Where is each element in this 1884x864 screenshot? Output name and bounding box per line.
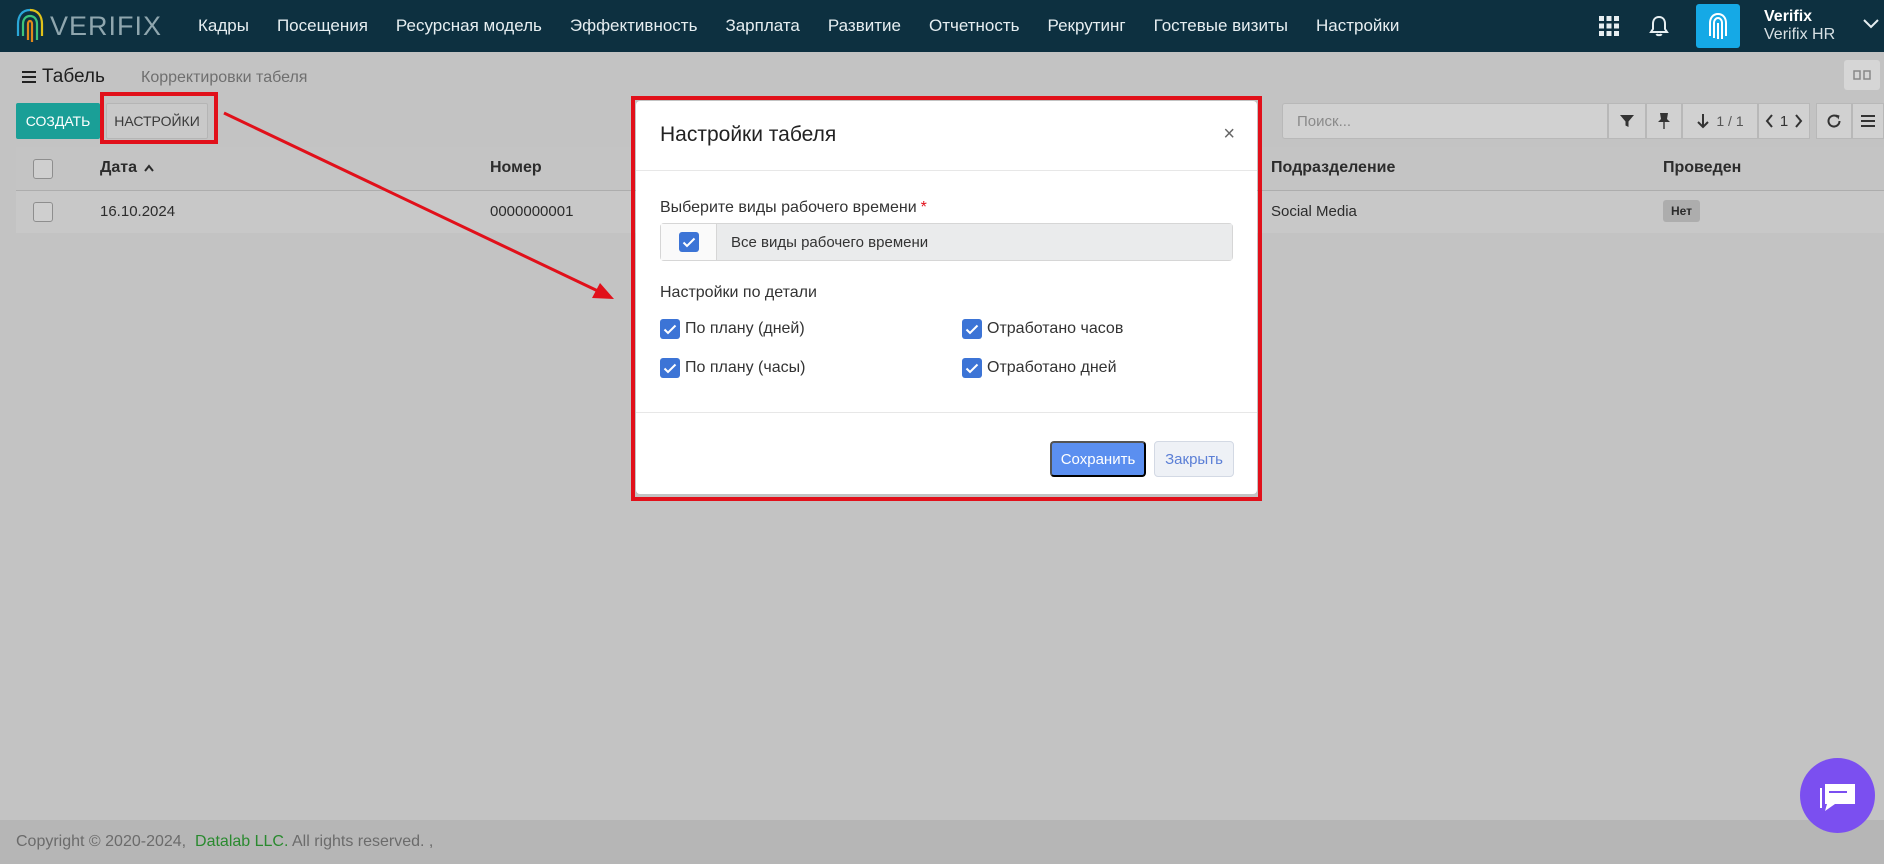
- work-time-field: Все виды рабочего времени: [660, 223, 1233, 261]
- page-header: Табель Корректировки табеля: [0, 52, 1884, 102]
- search-input[interactable]: [1283, 104, 1607, 138]
- menu-item-reports[interactable]: Отчетность: [915, 16, 1034, 36]
- menu-item-salary[interactable]: Зарплата: [711, 16, 813, 36]
- avatar[interactable]: [1696, 4, 1740, 48]
- page-number: 1: [1779, 112, 1789, 130]
- cell-date: 16.10.2024: [100, 203, 176, 220]
- status-badge: Нет: [1663, 200, 1701, 222]
- checkbox-worked-hours[interactable]: [962, 319, 982, 339]
- refresh-button[interactable]: [1816, 103, 1852, 139]
- pin-button[interactable]: [1646, 103, 1682, 139]
- work-time-value[interactable]: Все виды рабочего времени: [717, 224, 1232, 260]
- menu-item-development[interactable]: Развитие: [814, 16, 915, 36]
- column-date[interactable]: Дата: [100, 159, 155, 177]
- settings-highlight-box: [100, 92, 218, 144]
- modal-footer: Сохранить Закрыть: [636, 413, 1257, 493]
- check-icon: [663, 324, 677, 334]
- column-date-label: Дата: [100, 159, 138, 176]
- chevron-down-icon[interactable]: [1862, 18, 1880, 30]
- row-checkbox[interactable]: [33, 202, 53, 222]
- option-plan-days-label: По плану (дней): [685, 320, 805, 337]
- sort-pagination[interactable]: 1 / 1: [1682, 103, 1758, 139]
- work-time-label: Выберите виды рабочего времени *: [660, 199, 927, 217]
- option-plan-days[interactable]: По плану (дней): [660, 319, 805, 339]
- check-icon: [965, 363, 979, 373]
- page-title[interactable]: Табель: [22, 66, 105, 88]
- close-icon[interactable]: ×: [1223, 123, 1235, 146]
- checkbox-worked-days[interactable]: [962, 358, 982, 378]
- menu-item-resource-model[interactable]: Ресурсная модель: [382, 16, 556, 36]
- save-button[interactable]: Сохранить: [1050, 441, 1146, 477]
- navbar-right: Verifix Verifix HR: [1596, 0, 1884, 52]
- settings-modal: Настройки табеля × Выберите виды рабочег…: [636, 101, 1257, 494]
- work-time-label-text: Выберите виды рабочего времени: [660, 199, 917, 216]
- column-posted[interactable]: Проведен: [1663, 159, 1741, 177]
- menu-item-visits[interactable]: Посещения: [263, 16, 382, 36]
- arrow-down-icon: [1697, 114, 1710, 129]
- select-all-checkbox[interactable]: [33, 159, 53, 179]
- filter-icon: [1620, 115, 1634, 127]
- option-worked-hours-label: Отработано часов: [987, 320, 1124, 337]
- checkbox-plan-days[interactable]: [660, 319, 680, 339]
- column-number[interactable]: Номер: [490, 159, 542, 177]
- checkbox-plan-hours[interactable]: [660, 358, 680, 378]
- fingerprint-logo-icon: [16, 8, 44, 42]
- modal-title: Настройки табеля: [660, 123, 837, 146]
- option-plan-hours[interactable]: По плану (часы): [660, 358, 805, 378]
- option-worked-hours[interactable]: Отработано часов: [962, 319, 1123, 339]
- logo[interactable]: VERIFIX: [14, 6, 164, 46]
- refresh-icon: [1827, 114, 1841, 128]
- cell-number: 0000000001: [490, 203, 574, 220]
- check-icon: [682, 237, 695, 247]
- modal-body: Выберите виды рабочего времени * Все виды…: [636, 171, 1257, 413]
- column-department[interactable]: Подразделение: [1271, 159, 1395, 177]
- logo-text: VERIFIX: [50, 10, 163, 41]
- chat-button[interactable]: [1800, 758, 1875, 833]
- footer-copyright: Copyright © 2020-2024,: [16, 833, 187, 850]
- menu-item-recruiting[interactable]: Рекрутинг: [1034, 16, 1140, 36]
- page-title-text: Табель: [42, 66, 105, 87]
- create-button[interactable]: СОЗДАТЬ: [16, 103, 100, 139]
- view-toggle-button[interactable]: [1844, 60, 1880, 90]
- detail-settings-label: Настройки по детали: [660, 284, 817, 301]
- bell-icon[interactable]: [1646, 13, 1672, 39]
- check-icon: [663, 363, 677, 373]
- modal-header: Настройки табеля ×: [636, 101, 1257, 171]
- menu-item-guest-visits[interactable]: Гостевые визиты: [1140, 16, 1302, 36]
- chat-icon: [1819, 783, 1855, 811]
- all-types-checkbox-addon[interactable]: [661, 224, 717, 260]
- pin-icon: [1658, 113, 1670, 129]
- fingerprint-icon: [1709, 12, 1727, 39]
- option-plan-hours-label: По плану (часы): [685, 359, 806, 376]
- pagination-counter: 1 / 1: [1716, 113, 1744, 129]
- menu-item-settings[interactable]: Настройки: [1302, 16, 1413, 36]
- footer-company-link[interactable]: Datalab LLC.: [195, 833, 288, 850]
- check-icon: [965, 324, 979, 334]
- menu-item-efficiency[interactable]: Эффективность: [556, 16, 712, 36]
- apps-grid-icon[interactable]: [1596, 13, 1622, 39]
- search-box: [1282, 103, 1608, 139]
- list-menu-icon: [1861, 115, 1875, 127]
- main-menu: Кадры Посещения Ресурсная модель Эффекти…: [184, 16, 1413, 36]
- filter-button[interactable]: [1608, 103, 1646, 139]
- all-types-checkbox[interactable]: [678, 232, 699, 252]
- required-mark: *: [920, 199, 927, 216]
- tab-corrections[interactable]: Корректировки табеля: [141, 69, 307, 87]
- option-worked-days-label: Отработано дней: [987, 359, 1117, 376]
- sort-up-icon: [144, 164, 155, 172]
- hamburger-icon: [22, 68, 36, 86]
- menu-button[interactable]: [1852, 103, 1884, 139]
- menu-item-kadry[interactable]: Кадры: [184, 16, 263, 36]
- option-worked-days[interactable]: Отработано дней: [962, 358, 1117, 378]
- cell-department: Social Media: [1271, 203, 1357, 220]
- view-toggle-icon: [1853, 70, 1871, 80]
- page-nav[interactable]: 1: [1758, 103, 1810, 139]
- close-button[interactable]: Закрыть: [1154, 441, 1234, 477]
- footer: Copyright © 2020-2024, Datalab LLC. All …: [0, 820, 1884, 864]
- chevron-right-icon[interactable]: [1794, 114, 1803, 128]
- footer-rights: All rights reserved. ,: [291, 833, 434, 850]
- top-navbar: VERIFIX Кадры Посещения Ресурсная модель…: [0, 0, 1884, 52]
- chevron-left-icon[interactable]: [1765, 114, 1774, 128]
